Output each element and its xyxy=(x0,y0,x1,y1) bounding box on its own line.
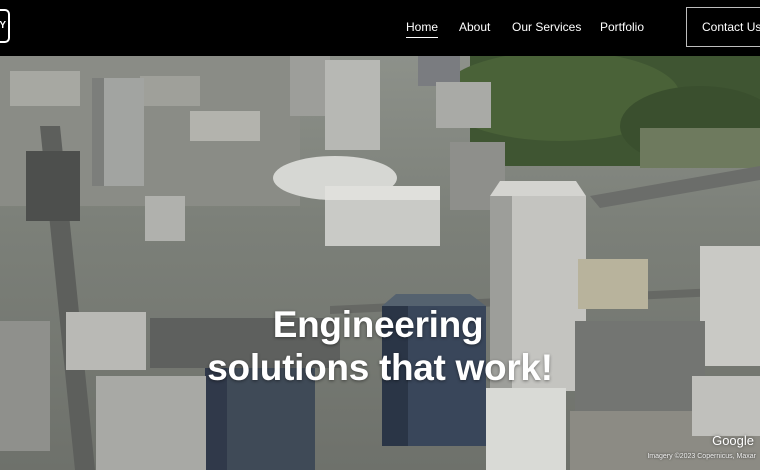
top-navbar: AY Home About Our Services Portfolio Con… xyxy=(0,0,760,56)
aerial-city-image xyxy=(0,56,760,470)
map-watermark: Google xyxy=(712,433,754,448)
nav-portfolio-link[interactable]: Portfolio xyxy=(600,20,644,34)
brand-logo[interactable]: AY xyxy=(0,9,10,43)
hero-headline: Engineering solutions that work! xyxy=(0,303,760,389)
map-attribution: Imagery ©2023 Copernicus, Maxar xyxy=(647,453,756,460)
nav-about-link[interactable]: About xyxy=(459,20,490,34)
hero-headline-line2: solutions that work! xyxy=(207,346,553,388)
nav-services-link[interactable]: Our Services xyxy=(512,20,581,34)
nav-home-link[interactable]: Home xyxy=(406,20,439,38)
contact-us-button[interactable]: Contact Us xyxy=(686,7,760,47)
hero-section: Engineering solutions that work! Google … xyxy=(0,56,760,470)
hero-headline-line1: Engineering xyxy=(272,303,484,345)
